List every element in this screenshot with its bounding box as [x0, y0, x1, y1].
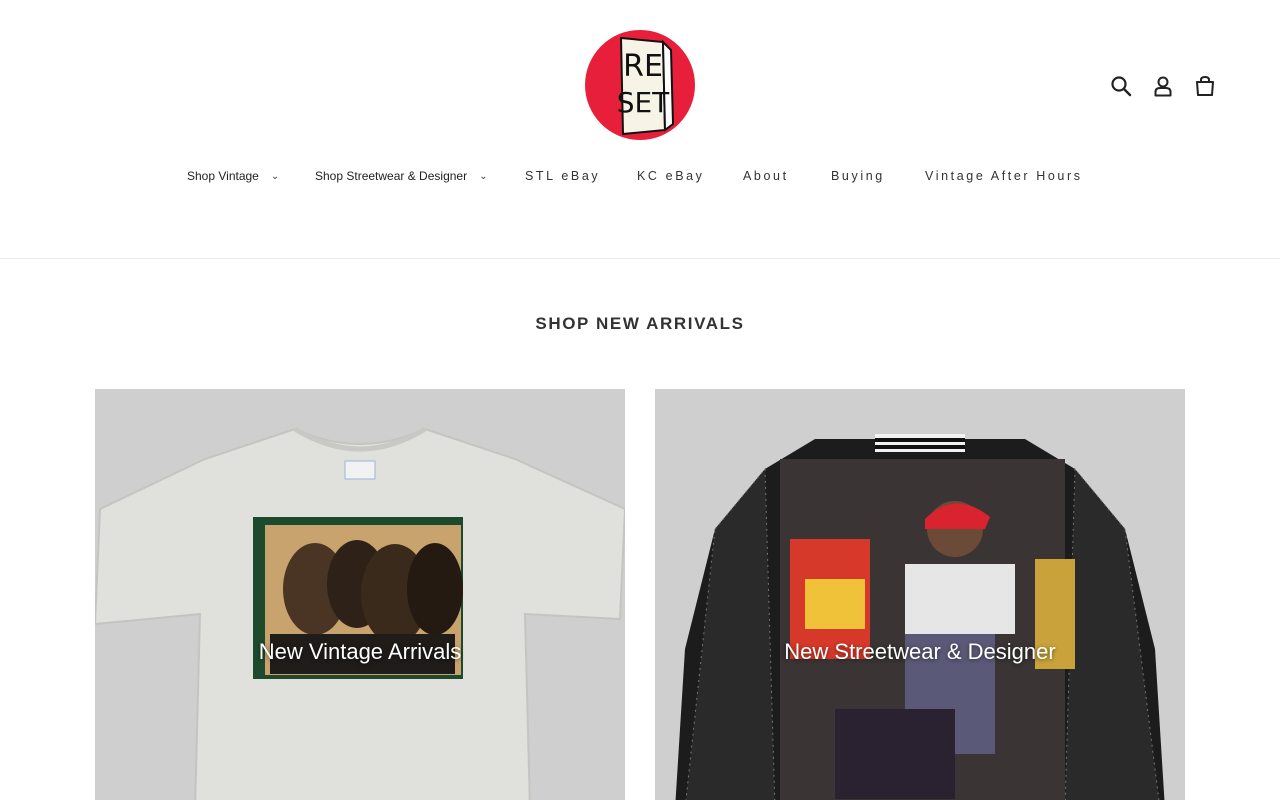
collection-label: New Vintage Arrivals	[258, 639, 462, 664]
chevron-down-icon: ⌄	[479, 170, 488, 182]
nav-item-about[interactable]: About	[743, 166, 789, 186]
nav-item-label: Vintage After Hours	[925, 169, 1083, 183]
nav-item-stl-ebay[interactable]: STL eBay	[525, 166, 600, 186]
nav-item-label: Shop Vintage	[187, 169, 259, 183]
search-icon[interactable]	[1108, 72, 1134, 100]
account-icon[interactable]	[1150, 72, 1176, 100]
header-actions	[1108, 72, 1218, 100]
nav-item-label: STL eBay	[525, 169, 601, 183]
collection-label: New Streetwear & Designer	[784, 639, 1056, 664]
site-header: RE SET Shop Vintage ⌄ Shop Streetwear & …	[0, 0, 1280, 259]
main-nav: Shop Vintage ⌄ Shop Streetwear & Designe…	[0, 166, 1280, 186]
nav-item-vintage-after-hours[interactable]: Vintage After Hours	[925, 166, 1083, 186]
nav-item-label: Buying	[831, 169, 885, 183]
svg-text:RE: RE	[623, 49, 663, 84]
nav-item-buying[interactable]: Buying	[831, 166, 885, 186]
nav-item-label: About	[743, 169, 789, 183]
section-title: SHOP NEW ARRIVALS	[535, 314, 745, 333]
nav-item-label: KC eBay	[637, 169, 705, 183]
collection-card-streetwear[interactable]: New Streetwear & Designer	[655, 389, 1185, 800]
nav-item-kc-ebay[interactable]: KC eBay	[637, 166, 705, 186]
nav-item-label: Shop Streetwear & Designer	[315, 169, 468, 183]
nav-item-shop-vintage[interactable]: Shop Vintage ⌄	[187, 166, 279, 186]
streetwear-jacket-image	[675, 434, 1165, 800]
vintage-tshirt-image	[95, 426, 625, 800]
collection-card-vintage[interactable]: New Vintage Arrivals	[95, 389, 625, 800]
chevron-down-icon: ⌄	[270, 170, 280, 182]
cart-icon[interactable]	[1192, 72, 1218, 100]
nav-item-shop-streetwear[interactable]: Shop Streetwear & Designer ⌄	[315, 166, 487, 186]
reset-logo[interactable]: RE SET	[585, 30, 695, 140]
svg-text:SET: SET	[617, 86, 670, 119]
